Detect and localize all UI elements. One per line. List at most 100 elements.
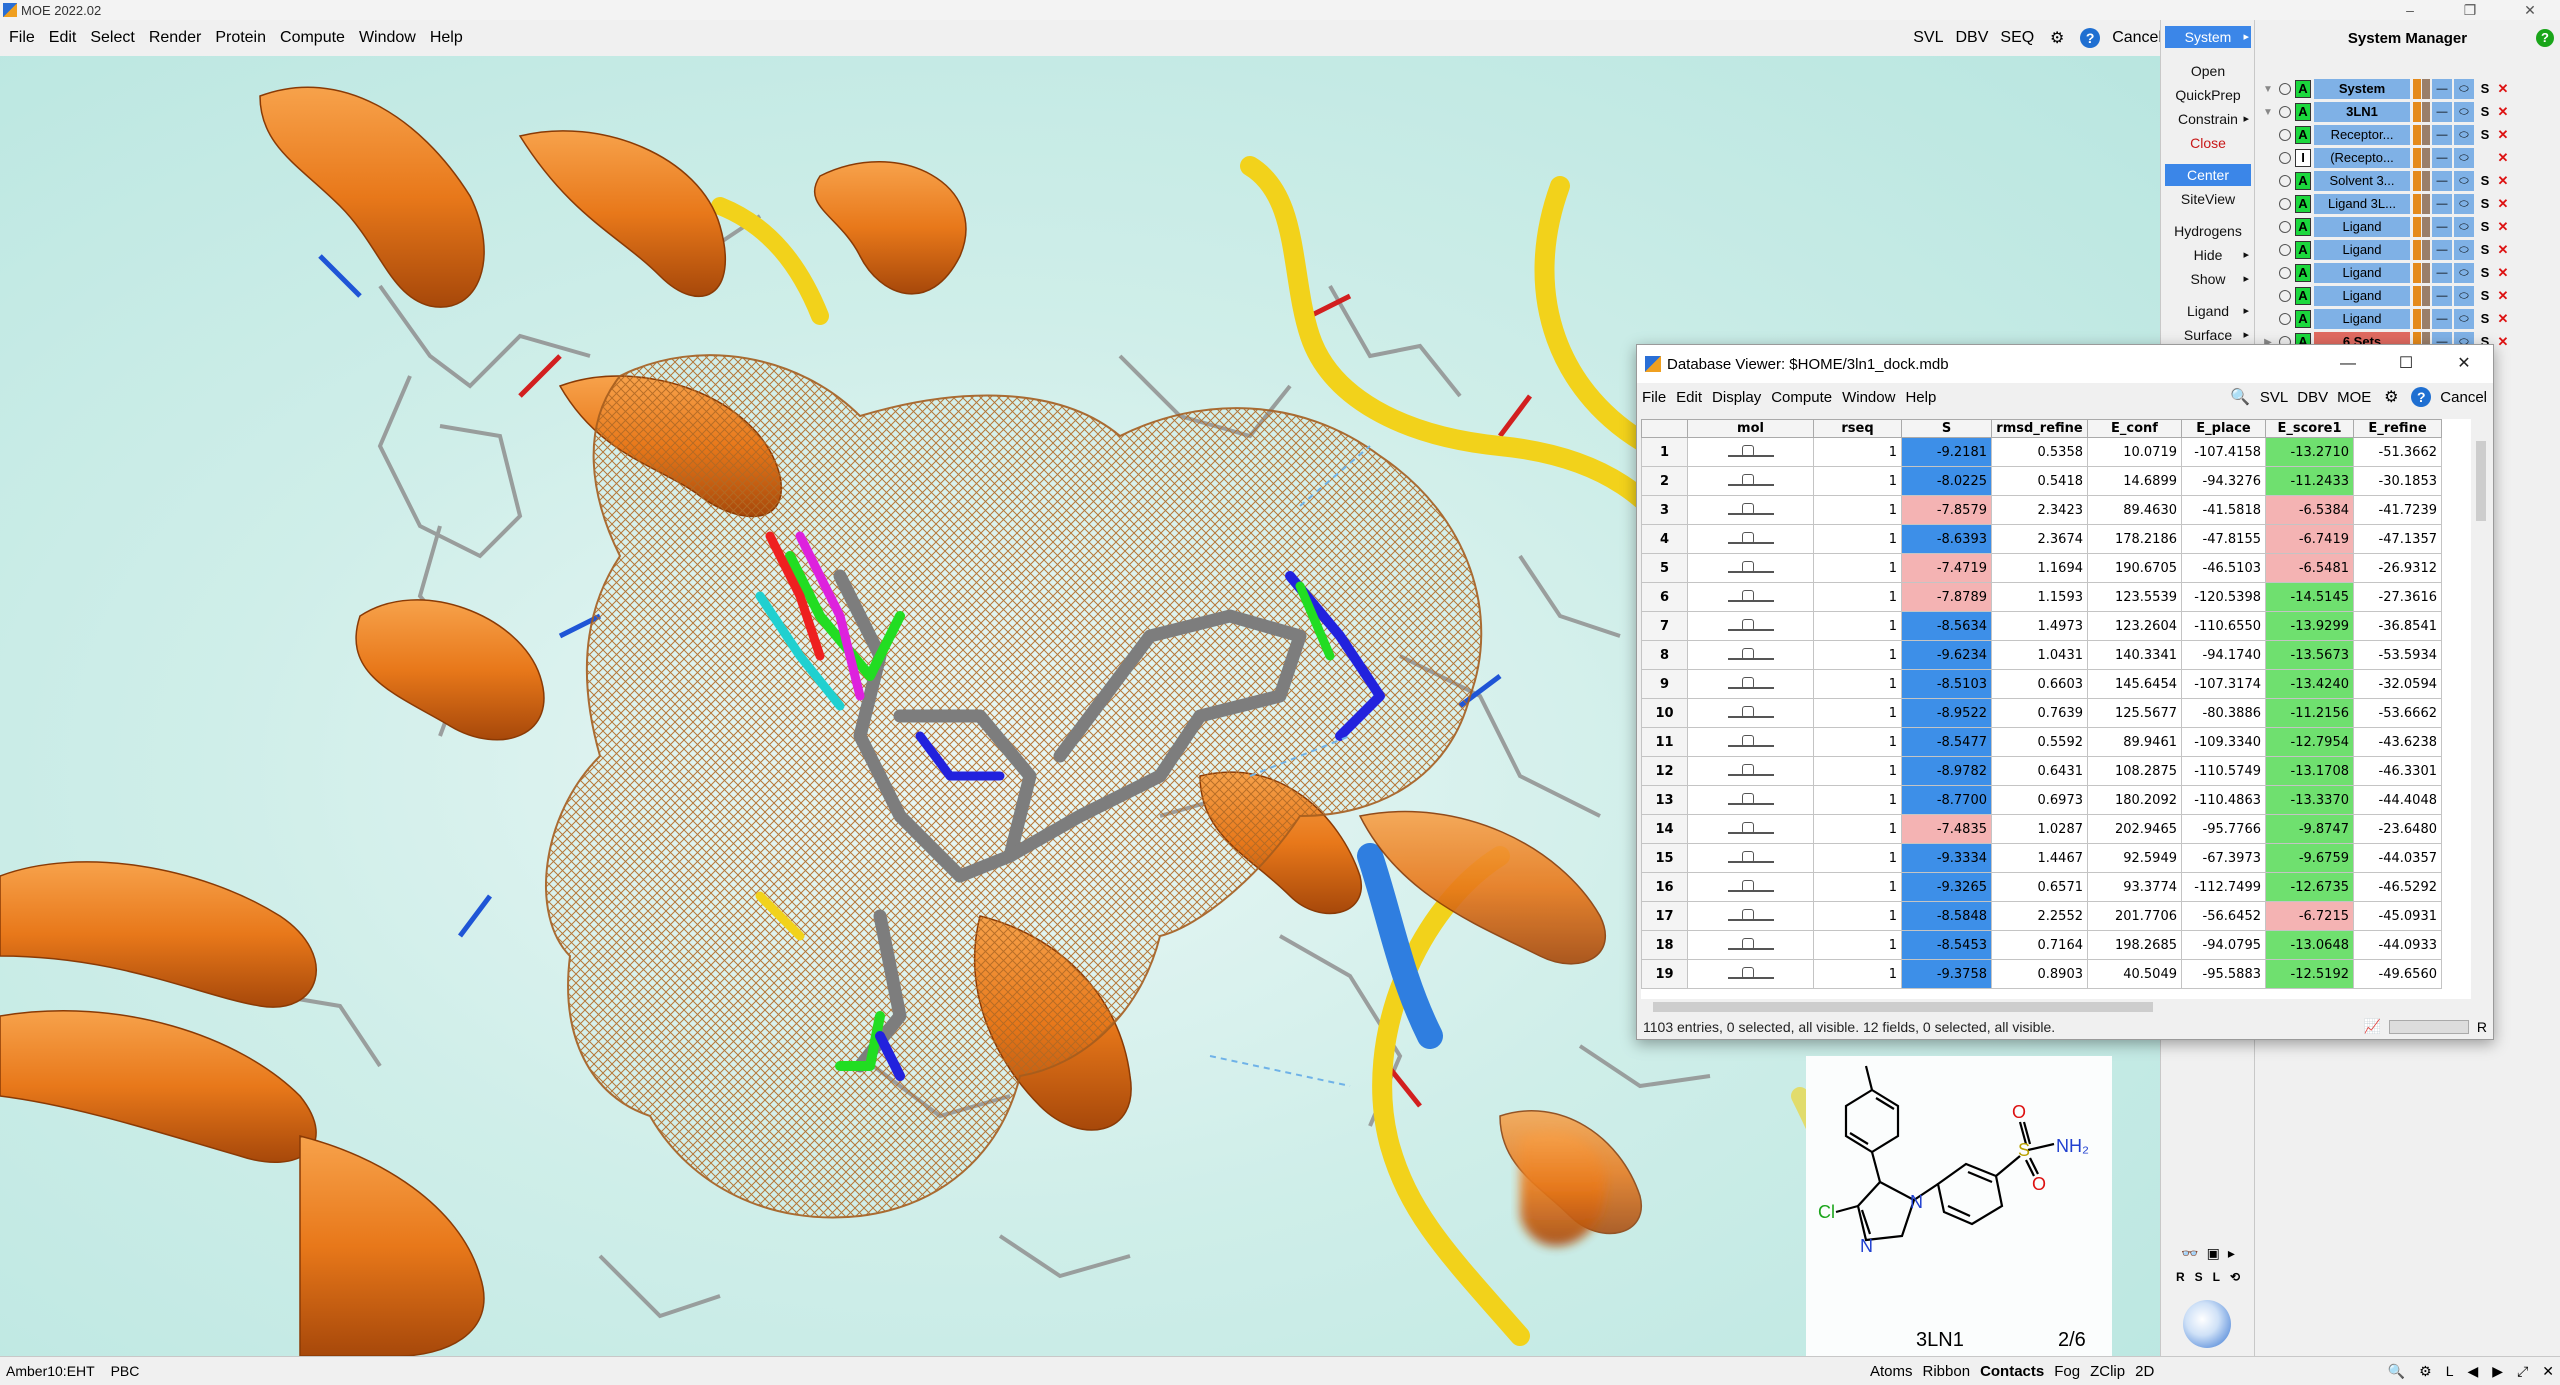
table-row[interactable]: 7 1 -8.5634 1.4973 123.2604 -110.6550 -13.9299… bbox=[1641, 611, 2442, 641]
system-manager-item-name[interactable]: Ligand bbox=[2314, 263, 2410, 283]
active-toggle[interactable]: A bbox=[2295, 126, 2311, 144]
e-conf-cell[interactable]: 40.5049 bbox=[2087, 959, 2182, 989]
system-manager-item-name[interactable]: Ligand 3L... bbox=[2314, 194, 2410, 214]
close-x-icon[interactable]: ✕ bbox=[2542, 1363, 2554, 1380]
rseq-cell[interactable]: 1 bbox=[1813, 495, 1902, 525]
e-conf-cell[interactable]: 123.5539 bbox=[2087, 582, 2182, 612]
delete-icon[interactable]: ✕ bbox=[2496, 104, 2510, 120]
settings-gear-icon[interactable]: ⚙ bbox=[2046, 27, 2068, 49]
search-icon[interactable]: 🔍 bbox=[2229, 386, 2251, 408]
table-row[interactable]: 19 1 -9.3758 0.8903 40.5049 -95.5883 -12.5192-… bbox=[1641, 959, 2442, 989]
active-toggle[interactable]: A bbox=[2295, 264, 2311, 282]
system-manager-row[interactable]: A Ligand — ⬭ S ✕ bbox=[2261, 239, 2555, 261]
e-score1-cell[interactable]: -6.5481 bbox=[2265, 553, 2354, 583]
render-mode-icon[interactable]: — bbox=[2432, 171, 2452, 191]
color-swatch[interactable] bbox=[2413, 102, 2421, 122]
visibility-icon[interactable] bbox=[2279, 83, 2291, 95]
dbv-menu-window[interactable]: Window bbox=[1837, 389, 1900, 406]
e-place-cell[interactable]: -94.1740 bbox=[2181, 640, 2266, 670]
s-cell[interactable]: -9.3265 bbox=[1901, 872, 1992, 902]
forcefield-label[interactable]: Amber10:EHT bbox=[6, 1363, 95, 1379]
e-refine-cell[interactable]: -23.6480 bbox=[2353, 814, 2442, 844]
s-cell[interactable]: -7.8579 bbox=[1901, 495, 1992, 525]
molecule-thumbnail[interactable] bbox=[1687, 930, 1814, 960]
hydrogens-button[interactable]: Hydrogens bbox=[2165, 220, 2251, 242]
molecule-thumbnail[interactable] bbox=[1687, 843, 1814, 873]
dbv-menu-edit[interactable]: Edit bbox=[1671, 389, 1707, 406]
rseq-cell[interactable]: 1 bbox=[1813, 814, 1902, 844]
e-score1-cell[interactable]: -14.5145 bbox=[2265, 582, 2354, 612]
dbv-settings-gear-icon[interactable]: ⚙ bbox=[2380, 386, 2402, 408]
e-refine-cell[interactable]: -51.3662 bbox=[2353, 437, 2442, 467]
visibility-icon[interactable] bbox=[2279, 244, 2291, 256]
menu-render[interactable]: Render bbox=[144, 29, 206, 47]
e-place-cell[interactable]: -109.3340 bbox=[2181, 727, 2266, 757]
row-number[interactable]: 11 bbox=[1641, 727, 1688, 757]
e-score1-cell[interactable]: -6.7215 bbox=[2265, 901, 2354, 931]
rseq-cell[interactable]: 1 bbox=[1813, 727, 1902, 757]
image-icon[interactable]: ▣ bbox=[2207, 1245, 2220, 1262]
delete-icon[interactable]: ✕ bbox=[2496, 311, 2510, 327]
system-manager-row[interactable]: I (Recepto... — ⬭ ✕ bbox=[2261, 147, 2555, 169]
rmsd-refine-cell[interactable]: 0.5358 bbox=[1991, 437, 2088, 467]
rmsd-refine-cell[interactable]: 0.5592 bbox=[1991, 727, 2088, 757]
active-toggle[interactable]: A bbox=[2295, 103, 2311, 121]
row-number[interactable]: 13 bbox=[1641, 785, 1688, 815]
e-refine-cell[interactable]: -41.7239 bbox=[2353, 495, 2442, 525]
table-row[interactable]: 8 1 -9.6234 1.0431 140.3341 -94.1740 -13.5673-… bbox=[1641, 640, 2442, 670]
molecule-thumbnail[interactable] bbox=[1687, 611, 1814, 641]
e-score1-cell[interactable]: -9.8747 bbox=[2265, 814, 2354, 844]
e-score1-cell[interactable]: -12.5192 bbox=[2265, 959, 2354, 989]
e-refine-cell[interactable]: -49.6560 bbox=[2353, 959, 2442, 989]
system-manager-item-name[interactable]: Ligand bbox=[2314, 217, 2410, 237]
color-swatch[interactable] bbox=[2422, 263, 2430, 283]
close-button[interactable]: Close bbox=[2165, 132, 2251, 154]
e-place-cell[interactable]: -110.4863 bbox=[2181, 785, 2266, 815]
system-manager-row[interactable]: ▼ A System — ⬭ S ✕ bbox=[2261, 78, 2555, 100]
active-toggle[interactable]: A bbox=[2295, 172, 2311, 190]
rotation-ball-icon[interactable] bbox=[2183, 1300, 2231, 1348]
e-place-cell[interactable]: -46.5103 bbox=[2181, 553, 2266, 583]
surface-mode-icon[interactable]: ⬭ bbox=[2454, 102, 2474, 122]
siteview-button[interactable]: SiteView bbox=[2165, 188, 2251, 210]
column-header[interactable]: E_refine bbox=[2353, 419, 2442, 438]
rseq-cell[interactable]: 1 bbox=[1813, 553, 1902, 583]
active-toggle[interactable]: A bbox=[2295, 195, 2311, 213]
molecule-thumbnail[interactable] bbox=[1687, 959, 1814, 989]
e-conf-cell[interactable]: 123.2604 bbox=[2087, 611, 2182, 641]
visibility-icon[interactable] bbox=[2279, 175, 2291, 187]
ligand-button[interactable]: Ligand bbox=[2165, 300, 2251, 322]
color-swatch[interactable] bbox=[2422, 148, 2430, 168]
e-refine-cell[interactable]: -26.9312 bbox=[2353, 553, 2442, 583]
e-refine-cell[interactable]: -46.5292 bbox=[2353, 872, 2442, 902]
render-mode-icon[interactable]: — bbox=[2432, 148, 2452, 168]
dbv-svl-button[interactable]: SVL bbox=[2260, 389, 2288, 406]
system-manager-item-name[interactable]: 3LN1 bbox=[2314, 102, 2410, 122]
help-icon[interactable]: ? bbox=[2080, 28, 2101, 48]
system-manager-row[interactable]: A Ligand — ⬭ S ✕ bbox=[2261, 216, 2555, 238]
delete-icon[interactable]: ✕ bbox=[2496, 288, 2510, 304]
column-header[interactable]: rseq bbox=[1813, 419, 1902, 438]
row-number[interactable]: 17 bbox=[1641, 901, 1688, 931]
rseq-cell[interactable]: 1 bbox=[1813, 872, 1902, 902]
color-swatch[interactable] bbox=[2413, 171, 2421, 191]
e-place-cell[interactable]: -56.6452 bbox=[2181, 901, 2266, 931]
r-toggle[interactable]: R bbox=[2176, 1270, 2185, 1284]
e-score1-cell[interactable]: -13.5673 bbox=[2265, 640, 2354, 670]
rseq-cell[interactable]: 1 bbox=[1813, 901, 1902, 931]
expand-icon[interactable]: ▼ bbox=[2261, 107, 2275, 118]
table-row[interactable]: 10 1 -8.9522 0.7639 125.5677 -80.3886 -11.2156… bbox=[1641, 698, 2442, 728]
delete-icon[interactable]: ✕ bbox=[2496, 265, 2510, 281]
e-place-cell[interactable]: -110.6550 bbox=[2181, 611, 2266, 641]
dbv-horizontal-scrollbar[interactable] bbox=[1641, 999, 2471, 1015]
close-window-icon[interactable]: ✕ bbox=[2500, 0, 2560, 20]
e-score1-cell[interactable]: -13.2710 bbox=[2265, 437, 2354, 467]
glasses-icon[interactable]: 👓 bbox=[2181, 1245, 2198, 1262]
rseq-cell[interactable]: 1 bbox=[1813, 756, 1902, 786]
s-cell[interactable]: -9.3758 bbox=[1901, 959, 1992, 989]
e-place-cell[interactable]: -80.3886 bbox=[2181, 698, 2266, 728]
rseq-cell[interactable]: 1 bbox=[1813, 785, 1902, 815]
rseq-cell[interactable]: 1 bbox=[1813, 611, 1902, 641]
color-swatch[interactable] bbox=[2422, 240, 2430, 260]
s-cell[interactable]: -8.5848 bbox=[1901, 901, 1992, 931]
